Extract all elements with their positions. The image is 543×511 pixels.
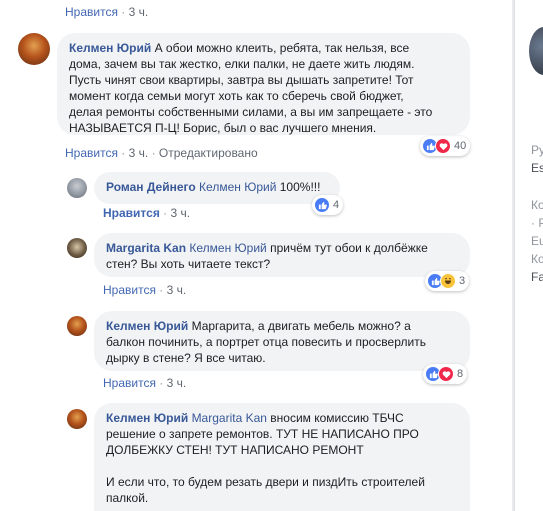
reply-text-line [106, 459, 109, 473]
reply-bubble: Margarita Kan Келмен Юрий причём тут обо… [94, 233, 470, 277]
reply-author[interactable]: Келмен Юрий [106, 319, 188, 333]
love-icon [438, 366, 454, 382]
like-link[interactable]: Нравится [65, 5, 118, 19]
reply-text-line: 100%!!! [279, 180, 321, 194]
comment-text-line: момент когда семьи могут хоть как то сбе… [69, 89, 404, 103]
reaction-count: 4 [333, 199, 340, 211]
timestamp[interactable]: 3 ч. [167, 283, 187, 297]
comment-bubble: Келмен Юрий А обои можно клеить, ребята,… [57, 33, 470, 135]
reply-text-line: палкой. [106, 491, 149, 505]
avatar[interactable] [18, 33, 50, 65]
sidebar-text[interactable]: Eu [531, 234, 543, 248]
sidebar-text[interactable]: Fa [531, 270, 543, 284]
reaction-summary[interactable]: 3 [425, 271, 470, 291]
timestamp[interactable]: 3 ч. [129, 146, 149, 160]
reply-text-line: решение о запрете ремонтов. ТУТ НЕ НАПИС… [106, 427, 419, 441]
timestamp[interactable]: 3 ч. [167, 376, 187, 390]
like-link[interactable]: Нравится [65, 146, 118, 160]
reply-actions: Нравится · 3 ч. [103, 283, 187, 297]
like-link[interactable]: Нравится [103, 206, 160, 220]
sidebar-text[interactable]: Ру [531, 143, 543, 157]
reply-bubble: Роман Дейнего Келмен Юрий 100%!!! [94, 172, 340, 204]
reply-author[interactable]: Margarita Kan [106, 241, 186, 255]
comment-text-line: А обои можно клеить, ребята, так нельзя,… [154, 41, 410, 55]
sidebar-avatar[interactable] [529, 27, 543, 75]
love-icon [435, 138, 451, 154]
haha-icon [440, 273, 456, 289]
reply-mention[interactable]: Келмен Юрий [189, 241, 266, 255]
comment-text-line: НАЗЫВАЕТСЯ П-Ц! Борис, был о вас лучшего… [69, 121, 377, 135]
right-sidebar: Ру Es Ко · Р Eu Ко Fa [512, 0, 543, 511]
reply-author[interactable]: Келмен Юрий [106, 411, 188, 425]
like-icon [314, 197, 330, 213]
reaction-summary[interactable]: 4 [312, 195, 344, 215]
timestamp[interactable]: 3 ч. [129, 5, 149, 19]
sidebar-text[interactable]: · Р [531, 216, 543, 230]
prev-comment-actions: Нравится · 3 ч. [65, 5, 149, 19]
reply-mention[interactable]: Келмен Юрий [199, 180, 276, 194]
reply-actions: Нравится · 3 ч. [103, 206, 191, 220]
reply-text-line: вносим комиссию ТБЧС [270, 411, 404, 425]
reply-text-line: причём тут обои к долбёжке [270, 241, 428, 255]
comment-text-line: делая ремонты собственными силами, а вы … [69, 105, 433, 119]
comment-text-line: Пусть чинят свои квартиры, завтра вы дыш… [69, 73, 414, 87]
reply-text-line: дырку в стене? Я все читаю. [106, 351, 266, 365]
avatar[interactable] [67, 178, 87, 198]
reply-text-line: ДОЛБЕЖКУ СТЕН! ТУТ НАПИСАНО РЕМОНТ [106, 443, 364, 457]
like-link[interactable]: Нравится [103, 283, 156, 297]
reply-bubble: Келмен Юрий Маргарита, а двигать мебель … [94, 311, 470, 371]
reaction-summary[interactable]: 8 [423, 364, 468, 384]
comment-text-line: дома, зачем вы так жестко, елки палки, н… [69, 57, 415, 71]
reaction-summary[interactable]: 40 [420, 136, 471, 156]
sidebar-text[interactable]: Ко [531, 252, 543, 266]
comments-feed: Нравится · 3 ч. Келмен Юрий А обои можно… [0, 0, 512, 511]
sidebar-text[interactable]: Es [531, 161, 543, 175]
like-link[interactable]: Нравится [103, 376, 156, 390]
reaction-count: 3 [459, 275, 466, 287]
reply-bubble: Келмен Юрий Margarita Kan вносим комисси… [94, 403, 470, 511]
edited-label[interactable]: Отредактировано [159, 146, 258, 160]
reply-author[interactable]: Роман Дейнего [106, 180, 196, 194]
avatar[interactable] [67, 409, 87, 429]
comment-actions: Нравится · 3 ч. · Отредактировано [65, 146, 258, 160]
reaction-count: 8 [457, 368, 464, 380]
sidebar-card: Ру Es Ко · Р Eu Ко Fa [514, 0, 543, 511]
reply-text-line: стен? Вы хоть читаете текст? [106, 257, 271, 271]
timestamp[interactable]: 3 ч. [171, 206, 191, 220]
reply-text-line: балкон починить, а портрет отца повесить… [106, 335, 426, 349]
reply-mention[interactable]: Margarita Kan [192, 411, 267, 425]
reply-actions: Нравится · 3 ч. [103, 376, 187, 390]
sidebar-text[interactable]: Ко [531, 198, 543, 212]
comment-author[interactable]: Келмен Юрий [69, 41, 151, 55]
reply-text-line: И если что, то будем резать двери и пизд… [106, 475, 425, 489]
avatar[interactable] [67, 238, 87, 258]
reaction-count: 40 [454, 140, 467, 152]
reply-text-line: Маргарита, а двигать мебель можно? а [191, 319, 411, 333]
avatar[interactable] [67, 316, 87, 336]
